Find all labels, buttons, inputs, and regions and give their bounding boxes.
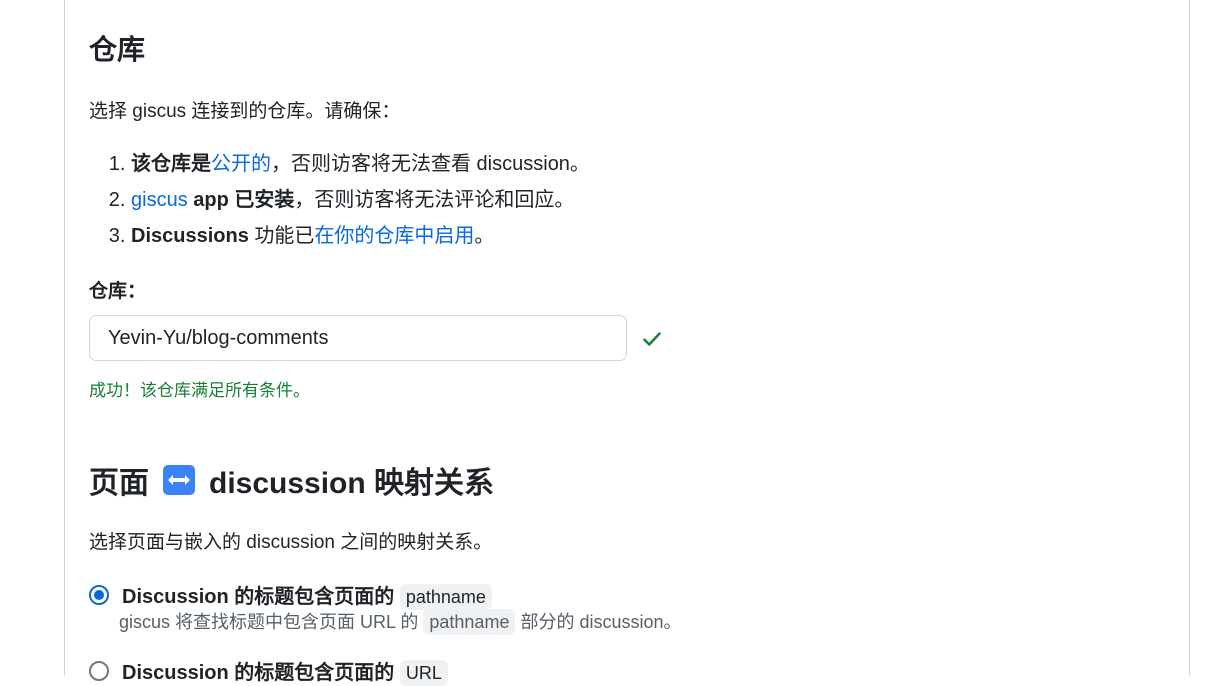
requirement-app-installed: giscus app 已安装，否则访客将无法评论和回应。 bbox=[131, 182, 590, 218]
mapping-heading: 页面 discussion 映射关系 bbox=[89, 465, 495, 500]
repository-field-label: 仓库： bbox=[89, 281, 147, 302]
public-link[interactable]: 公开的 bbox=[211, 153, 271, 175]
mapping-option-url[interactable]: Discussion 的标题包含页面的 URL bbox=[89, 656, 448, 686]
enable-discussions-link[interactable]: 在你的仓库中启用 bbox=[314, 225, 474, 247]
mapping-option-pathname[interactable]: Discussion 的标题包含页面的 pathname bbox=[89, 580, 492, 610]
requirement-public: 该仓库是公开的，否则访客将无法查看 discussion。 bbox=[131, 146, 590, 182]
option-label: Discussion 的标题包含页面的 URL bbox=[122, 656, 448, 686]
validation-success-message: 成功！该仓库满足所有条件。 bbox=[89, 381, 310, 400]
repository-heading: 仓库 bbox=[89, 34, 146, 65]
code-pathname-desc: pathname bbox=[423, 609, 516, 635]
requirements-list: 该仓库是公开的，否则访客将无法查看 discussion。 giscus app… bbox=[107, 146, 590, 254]
check-icon bbox=[643, 332, 661, 346]
code-pathname: pathname bbox=[399, 584, 492, 610]
radio-button-unselected[interactable] bbox=[89, 660, 109, 681]
repository-intro: 选择 giscus 连接到的仓库。请确保： bbox=[89, 101, 401, 122]
mapping-description: 选择页面与嵌入的 discussion 之间的映射关系。 bbox=[89, 532, 493, 553]
option-label: Discussion 的标题包含页面的 pathname bbox=[122, 580, 492, 610]
giscus-app-link[interactable]: giscus bbox=[131, 189, 188, 211]
requirement-discussions-enabled: Discussions 功能已在你的仓库中启用。 bbox=[131, 218, 590, 254]
left-right-arrow-icon bbox=[163, 465, 195, 495]
option-description: giscus 将查找标题中包含页面 URL 的 pathname 部分的 dis… bbox=[119, 608, 682, 635]
radio-button-selected[interactable] bbox=[89, 584, 109, 605]
code-url: URL bbox=[399, 660, 448, 686]
repository-input[interactable] bbox=[89, 315, 627, 361]
